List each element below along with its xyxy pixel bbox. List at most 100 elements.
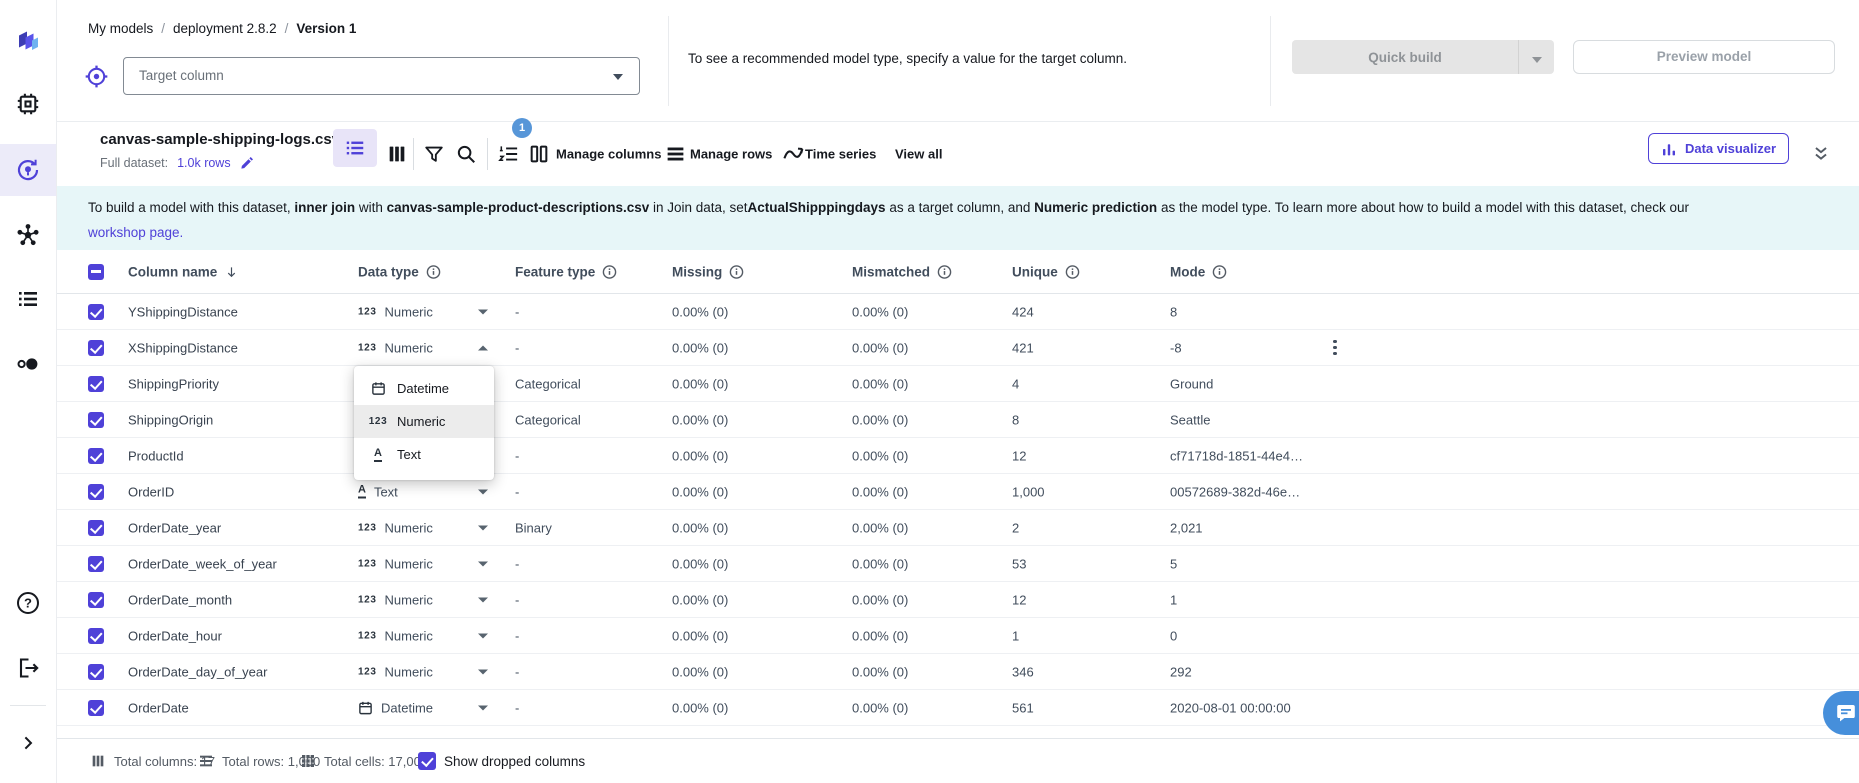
info-icon[interactable] [729, 264, 744, 279]
unique-cell: 12 [1012, 448, 1026, 463]
data-visualizer-button[interactable]: Data visualizer [1648, 133, 1789, 164]
row-checkbox[interactable] [88, 412, 104, 428]
columns-icon [90, 753, 106, 769]
cells-grid-icon [300, 753, 316, 769]
canvas-logo-icon[interactable] [14, 27, 42, 55]
data-type-cell[interactable]: 123Numeric [358, 664, 433, 679]
info-icon[interactable] [937, 264, 952, 279]
data-type-caret-down[interactable] [478, 633, 488, 638]
numeric-123-icon: 123 [369, 416, 388, 427]
calendar-icon [358, 700, 373, 715]
data-type-cell[interactable]: AText [358, 484, 398, 499]
data-type-cell[interactable]: Datetime [358, 700, 433, 715]
data-type-caret-down[interactable] [478, 525, 488, 530]
unique-cell: 561 [1012, 700, 1034, 715]
info-icon[interactable] [1065, 264, 1080, 279]
ready-to-use-models-icon[interactable] [16, 223, 41, 248]
filter-icon[interactable] [423, 143, 445, 165]
header-missing: Missing [672, 264, 744, 279]
data-type-caret-down[interactable] [478, 597, 488, 602]
data-type-cell[interactable]: 123Numeric [358, 340, 433, 355]
column-name-cell: ShippingPriority [128, 376, 219, 391]
manage-columns-button[interactable]: Manage columns [556, 147, 661, 162]
sort-descending-icon [224, 264, 239, 279]
logout-icon[interactable] [16, 656, 40, 680]
unique-cell: 53 [1012, 556, 1026, 571]
header-column-name[interactable]: Column name [128, 264, 239, 279]
grid-view-icon[interactable] [386, 143, 408, 165]
quick-build-dropdown[interactable] [1518, 40, 1554, 74]
mode-cell: 0 [1170, 628, 1177, 643]
compute-chip-icon[interactable] [16, 92, 41, 117]
row-checkbox[interactable] [88, 556, 104, 572]
data-type-cell[interactable]: 123Numeric [358, 592, 433, 607]
view-all-button[interactable]: View all [895, 147, 942, 162]
data-type-caret-down[interactable] [478, 489, 488, 494]
info-icon[interactable] [1212, 264, 1227, 279]
breadcrumb-deployment[interactable]: deployment 2.8.2 [173, 21, 277, 36]
preview-model-button[interactable]: Preview model [1573, 40, 1835, 74]
model-type-hint: To see a recommended model type, specify… [688, 51, 1127, 66]
table-row: OrderDateDatetime-0.00% (0)0.00% (0)5612… [57, 690, 1859, 726]
info-icon[interactable] [426, 264, 441, 279]
dropdown-item-numeric[interactable]: 123Numeric [354, 405, 494, 438]
data-type-caret-down[interactable] [478, 561, 488, 566]
total-cells-stat: Total cells: 17,000 [300, 753, 428, 769]
row-checkbox[interactable] [88, 484, 104, 500]
data-type-cell[interactable]: 123Numeric [358, 520, 433, 535]
row-actions-kebab-icon[interactable] [1333, 340, 1337, 356]
sidebar-item-my-models-active[interactable] [0, 144, 56, 196]
edit-pencil-icon[interactable] [240, 155, 255, 170]
dataset-toolbar: canvas-sample-shipping-logs.csv Full dat… [57, 122, 1859, 186]
row-checkbox[interactable] [88, 592, 104, 608]
manage-rows-button[interactable]: Manage rows [690, 147, 772, 162]
dropdown-item-text[interactable]: AText [354, 438, 494, 471]
row-checkbox[interactable] [88, 340, 104, 356]
show-dropped-columns-checkbox[interactable] [418, 752, 436, 770]
row-checkbox[interactable] [88, 376, 104, 392]
table-row: ShippingPriorityCategorical0.00% (0)0.00… [57, 366, 1859, 402]
row-checkbox[interactable] [88, 664, 104, 680]
row-checkbox[interactable] [88, 628, 104, 644]
circles-icon[interactable] [16, 352, 40, 376]
missing-cell: 0.00% (0) [672, 448, 728, 463]
table-row: OrderDate_month123Numeric-0.00% (0)0.00%… [57, 582, 1859, 618]
manage-rows-icon[interactable] [665, 144, 686, 165]
search-icon[interactable] [455, 143, 477, 165]
numeric-123-icon: 123 [358, 666, 377, 677]
row-checkbox[interactable] [88, 700, 104, 716]
target-column-select[interactable]: Target column [123, 57, 640, 95]
time-series-button[interactable]: Time series [805, 147, 876, 162]
list-icon[interactable] [16, 287, 40, 311]
manage-columns-icon[interactable] [528, 143, 550, 165]
expand-sidebar-icon[interactable] [19, 734, 37, 752]
rows-count-link[interactable]: 1.0k rows [177, 156, 231, 170]
row-checkbox[interactable] [88, 448, 104, 464]
header-mode: Mode [1170, 264, 1227, 279]
row-checkbox[interactable] [88, 304, 104, 320]
data-type-caret-down[interactable] [478, 705, 488, 710]
show-dropped-columns-toggle: Show dropped columns [418, 752, 585, 770]
select-all-checkbox[interactable] [88, 264, 104, 280]
quick-build-button[interactable]: Quick build [1292, 40, 1554, 74]
data-type-cell[interactable]: 123Numeric [358, 556, 433, 571]
mismatched-cell: 0.00% (0) [852, 700, 908, 715]
data-type-caret-down[interactable] [478, 309, 488, 314]
time-series-icon[interactable] [782, 143, 805, 166]
table-row: OrderDate_day_of_year123Numeric-0.00% (0… [57, 654, 1859, 690]
row-checkbox[interactable] [88, 520, 104, 536]
chat-support-button[interactable] [1823, 691, 1859, 735]
collapse-double-chevron-icon[interactable] [1810, 143, 1832, 165]
list-view-button-active[interactable] [333, 129, 377, 167]
missing-cell: 0.00% (0) [672, 304, 728, 319]
data-type-caret-up[interactable] [478, 345, 488, 350]
workshop-page-link[interactable]: workshop page. [88, 225, 183, 240]
dropdown-item-datetime[interactable]: Datetime [354, 372, 494, 405]
info-icon[interactable] [602, 264, 617, 279]
data-type-caret-down[interactable] [478, 669, 488, 674]
data-type-cell[interactable]: 123Numeric [358, 304, 433, 319]
sort-list-icon[interactable] [497, 143, 520, 166]
breadcrumb-my-models[interactable]: My models [88, 21, 153, 36]
data-type-cell[interactable]: 123Numeric [358, 628, 433, 643]
help-icon[interactable]: ? [15, 590, 41, 616]
